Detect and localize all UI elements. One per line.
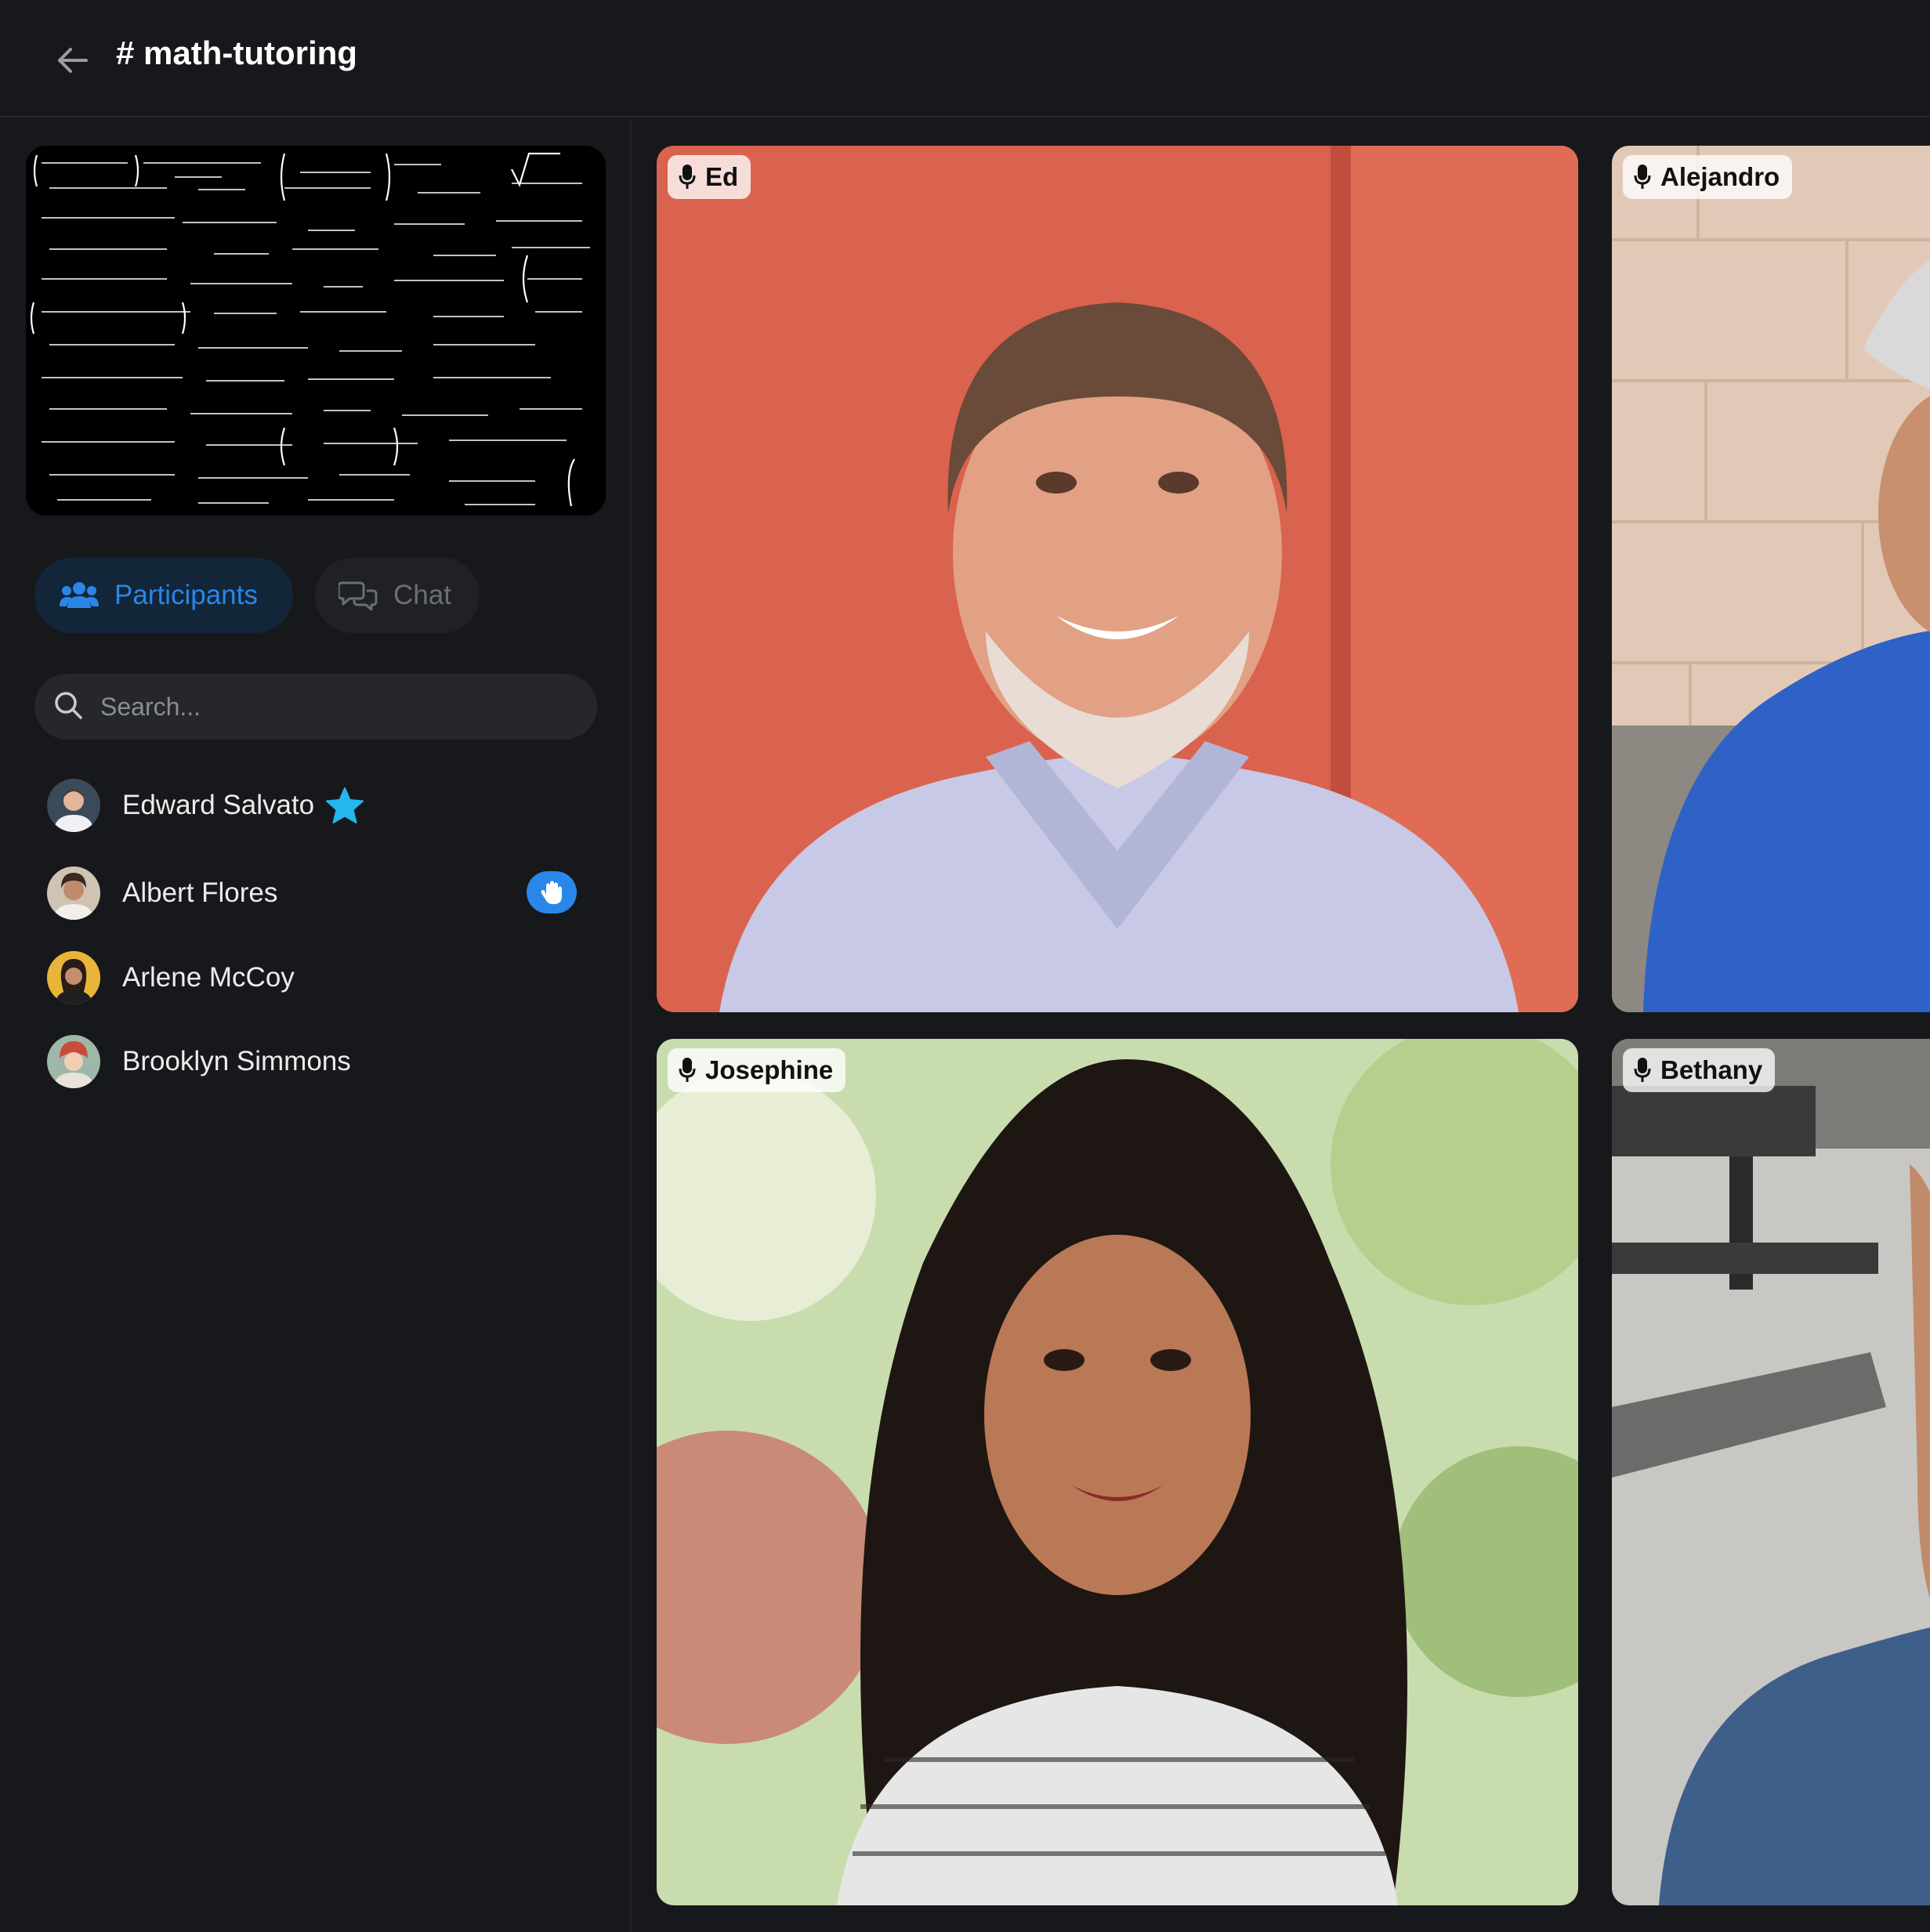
raised-hand-icon <box>541 881 562 904</box>
tab-chat[interactable]: Chat <box>315 558 480 633</box>
participant-video-image <box>657 146 1578 1012</box>
participant-item-arlene-mccoy[interactable]: Arlene McCoy <box>47 948 596 1008</box>
raised-hand-badge <box>527 871 577 914</box>
channel-title: # math-tutoring <box>116 34 357 71</box>
chat-bubbles-icon <box>339 580 378 611</box>
star-icon <box>325 787 364 824</box>
math-formulas-board-image <box>26 146 606 516</box>
participant-name: Edward Salvato <box>122 790 315 820</box>
participant-video-image <box>1612 146 1930 1012</box>
sidebar: Participants Chat Search... Edward Salva… <box>0 119 632 1932</box>
avatar <box>47 779 100 832</box>
back-arrow-icon <box>58 48 88 73</box>
participant-name-label: Bethany <box>1660 1055 1763 1084</box>
avatar <box>47 867 100 920</box>
avatar <box>47 1035 100 1088</box>
tab-participants-label: Participants <box>114 580 258 610</box>
search-input[interactable] <box>100 692 570 722</box>
participant-name-chip: Bethany <box>1623 1048 1776 1092</box>
microphone-icon <box>1634 1057 1651 1084</box>
users-icon <box>60 581 99 610</box>
search-bar[interactable] <box>34 674 597 740</box>
avatar <box>47 951 100 1004</box>
participant-video-image <box>1612 1039 1930 1905</box>
microphone-icon <box>679 1057 696 1084</box>
participant-name: Albert Flores <box>122 877 278 908</box>
participant-name: Brooklyn Simmons <box>122 1046 351 1076</box>
participant-item-edward-salvato[interactable]: Edward Salvato <box>47 776 596 835</box>
microphone-icon <box>679 164 696 190</box>
participant-name-chip: Josephine <box>668 1048 846 1092</box>
video-tile-ed[interactable]: Ed <box>657 146 1578 1012</box>
top-bar: # math-tutoring <box>0 0 1930 118</box>
video-tile-bethany[interactable]: Bethany <box>1612 1039 1930 1905</box>
participant-name-chip: Alejandro <box>1623 155 1793 199</box>
participant-name-chip: Ed <box>668 155 751 199</box>
back-button[interactable] <box>47 38 97 83</box>
video-tile-josephine[interactable]: Josephine <box>657 1039 1578 1905</box>
participant-item-brooklyn-simmons[interactable]: Brooklyn Simmons <box>47 1032 596 1091</box>
microphone-icon <box>1634 164 1651 190</box>
tab-chat-label: Chat <box>393 580 451 610</box>
participant-video-image <box>657 1039 1578 1905</box>
participant-name-label: Josephine <box>705 1055 834 1084</box>
participant-item-albert-flores[interactable]: Albert Flores <box>47 863 596 923</box>
participant-name-label: Alejandro <box>1660 162 1780 191</box>
search-icon <box>53 690 83 724</box>
participant-name-label: Ed <box>705 162 739 191</box>
participant-name: Arlene McCoy <box>122 962 295 993</box>
tab-participants[interactable]: Participants <box>34 558 293 633</box>
video-tile-alejandro[interactable]: Alejandro <box>1612 146 1930 1012</box>
